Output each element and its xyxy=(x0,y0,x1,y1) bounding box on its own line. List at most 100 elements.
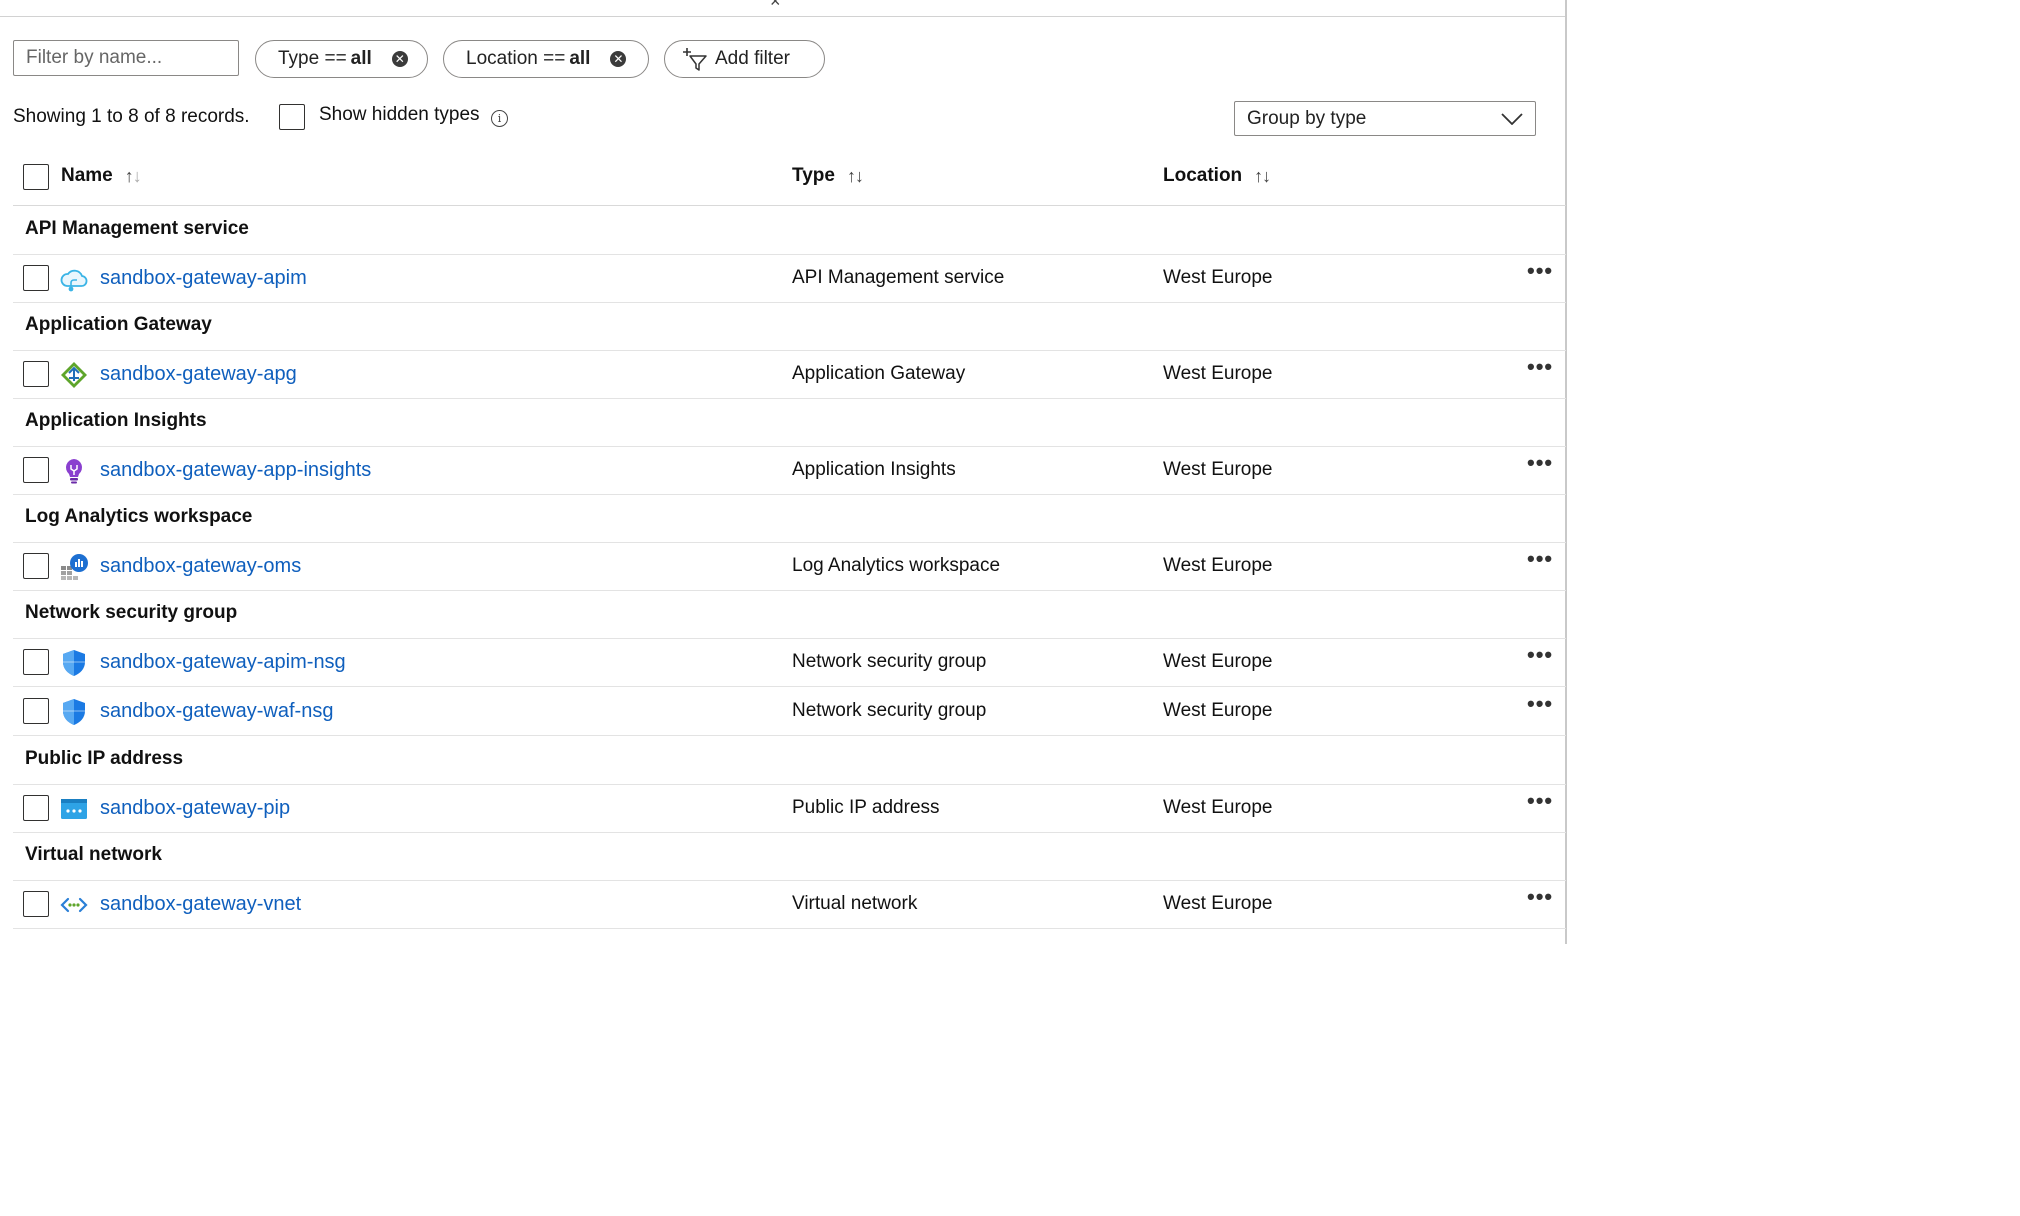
column-header-name[interactable]: Name ↑↓ xyxy=(61,165,142,187)
resource-location: West Europe xyxy=(1163,651,1273,672)
more-actions-button[interactable]: ••• xyxy=(1527,788,1553,814)
type-filter-key: Type == xyxy=(278,48,347,69)
add-filter-label: Add filter xyxy=(715,48,790,69)
group-title: Application Insights xyxy=(25,410,207,431)
table-row[interactable]: sandbox-gateway-vnet Virtual network Wes… xyxy=(13,880,1566,929)
column-header-name-label: Name xyxy=(61,165,113,186)
group-title: Public IP address xyxy=(25,748,184,769)
group-header-application-insights: Application Insights xyxy=(13,398,1566,447)
more-actions-button[interactable]: ••• xyxy=(1527,884,1553,910)
type-filter-pill[interactable]: Type == all ✕ xyxy=(255,40,428,78)
show-hidden-types-label: Show hidden types xyxy=(319,104,480,125)
sort-icon[interactable]: ↑↓ xyxy=(1254,166,1271,187)
resource-location: West Europe xyxy=(1163,797,1273,818)
resource-location: West Europe xyxy=(1163,459,1273,480)
group-title: Virtual network xyxy=(25,844,162,865)
group-header-virtual-network: Virtual network xyxy=(13,832,1566,881)
row-checkbox[interactable] xyxy=(23,361,49,387)
more-actions-button[interactable]: ••• xyxy=(1527,354,1553,380)
virtual-network-icon xyxy=(60,897,88,913)
resource-type: Public IP address xyxy=(792,797,940,818)
group-title: Network security group xyxy=(25,602,238,623)
group-header-public-ip: Public IP address xyxy=(13,736,1566,785)
resource-location: West Europe xyxy=(1163,363,1273,384)
group-header-application-gateway: Application Gateway xyxy=(13,302,1566,351)
sort-icon[interactable]: ↑↓ xyxy=(125,166,142,187)
remove-type-filter-icon[interactable]: ✕ xyxy=(391,51,408,67)
table-row[interactable]: sandbox-gateway-pip Public IP address We… xyxy=(13,784,1566,833)
column-header-type-label: Type xyxy=(792,165,835,186)
type-filter-value: all xyxy=(350,48,372,69)
resource-name-link[interactable]: sandbox-gateway-app-insights xyxy=(100,459,371,482)
row-checkbox[interactable] xyxy=(23,265,49,291)
column-header-location-label: Location xyxy=(1163,165,1243,186)
row-checkbox[interactable] xyxy=(23,457,49,483)
top-divider xyxy=(0,16,1566,17)
info-icon[interactable]: i xyxy=(491,110,508,127)
table-row[interactable]: sandbox-gateway-oms Log Analytics worksp… xyxy=(13,542,1566,591)
row-checkbox[interactable] xyxy=(23,891,49,917)
public-ip-icon xyxy=(61,799,87,819)
row-checkbox[interactable] xyxy=(23,553,49,579)
add-filter-button[interactable]: Add filter xyxy=(664,40,825,78)
resource-name-link[interactable]: sandbox-gateway-apim xyxy=(100,267,307,290)
location-filter-key: Location == xyxy=(466,48,566,69)
group-by-value: Group by type xyxy=(1247,107,1367,129)
resource-name-link[interactable]: sandbox-gateway-oms xyxy=(100,555,301,578)
resource-type: API Management service xyxy=(792,267,1005,288)
resource-type: Log Analytics workspace xyxy=(792,555,1001,576)
resource-location: West Europe xyxy=(1163,700,1273,721)
group-title: Application Gateway xyxy=(25,314,212,335)
resource-location: West Europe xyxy=(1163,893,1273,914)
more-actions-button[interactable]: ••• xyxy=(1527,546,1553,572)
sort-icon[interactable]: ↑↓ xyxy=(847,166,864,187)
resource-name-link[interactable]: sandbox-gateway-apg xyxy=(100,363,297,386)
table-row[interactable]: sandbox-gateway-apim-nsg Network securit… xyxy=(13,638,1566,687)
application-insights-icon xyxy=(65,459,83,484)
resource-location: West Europe xyxy=(1163,267,1273,288)
group-title: Log Analytics workspace xyxy=(25,506,253,527)
group-header-network-security-group: Network security group xyxy=(13,590,1566,639)
resource-name-link[interactable]: sandbox-gateway-vnet xyxy=(100,893,301,916)
remove-location-filter-icon[interactable]: ✕ xyxy=(610,51,627,67)
resource-list-page: × Type == all ✕ Location == all ✕ Add fi… xyxy=(0,0,1568,944)
filter-by-name-input[interactable] xyxy=(13,40,239,76)
resource-name-link[interactable]: sandbox-gateway-waf-nsg xyxy=(100,700,333,723)
close-icon[interactable]: × xyxy=(770,0,781,10)
location-filter-value: all xyxy=(569,48,591,69)
location-filter-pill[interactable]: Location == all ✕ xyxy=(443,40,649,78)
add-filter-icon xyxy=(683,48,707,71)
row-checkbox[interactable] xyxy=(23,795,49,821)
resource-location: West Europe xyxy=(1163,555,1273,576)
group-by-dropdown[interactable]: Group by type xyxy=(1234,101,1536,136)
network-security-group-icon xyxy=(63,650,85,676)
network-security-group-icon xyxy=(63,699,85,725)
application-gateway-icon xyxy=(61,362,87,388)
table-row[interactable]: sandbox-gateway-app-insights Application… xyxy=(13,446,1566,495)
more-actions-button[interactable]: ••• xyxy=(1527,258,1553,284)
resource-type: Application Insights xyxy=(792,459,956,480)
resource-type: Network security group xyxy=(792,700,987,721)
log-analytics-icon xyxy=(61,554,88,580)
group-header-api-management: API Management service xyxy=(13,206,1566,255)
select-all-checkbox[interactable] xyxy=(23,164,49,190)
table-row[interactable]: sandbox-gateway-waf-nsg Network security… xyxy=(13,687,1566,736)
resource-name-link[interactable]: sandbox-gateway-pip xyxy=(100,797,290,820)
group-header-log-analytics: Log Analytics workspace xyxy=(13,494,1566,543)
column-header-type[interactable]: Type ↑↓ xyxy=(792,165,864,187)
resource-name-link[interactable]: sandbox-gateway-apim-nsg xyxy=(100,651,346,674)
row-checkbox[interactable] xyxy=(23,649,49,675)
resource-type: Network security group xyxy=(792,651,987,672)
chevron-down-icon xyxy=(1501,112,1523,125)
column-header-location[interactable]: Location ↑↓ xyxy=(1163,165,1271,187)
api-management-icon xyxy=(60,269,88,292)
table-row[interactable]: sandbox-gateway-apim API Management serv… xyxy=(13,254,1566,303)
more-actions-button[interactable]: ••• xyxy=(1527,642,1553,668)
table-row[interactable]: sandbox-gateway-apg Application Gateway … xyxy=(13,350,1566,399)
records-summary: Showing 1 to 8 of 8 records. xyxy=(13,106,250,127)
show-hidden-types-checkbox[interactable] xyxy=(279,104,305,130)
row-checkbox[interactable] xyxy=(23,698,49,724)
more-actions-button[interactable]: ••• xyxy=(1527,450,1553,476)
more-actions-button[interactable]: ••• xyxy=(1527,691,1553,717)
resource-type: Application Gateway xyxy=(792,363,966,384)
